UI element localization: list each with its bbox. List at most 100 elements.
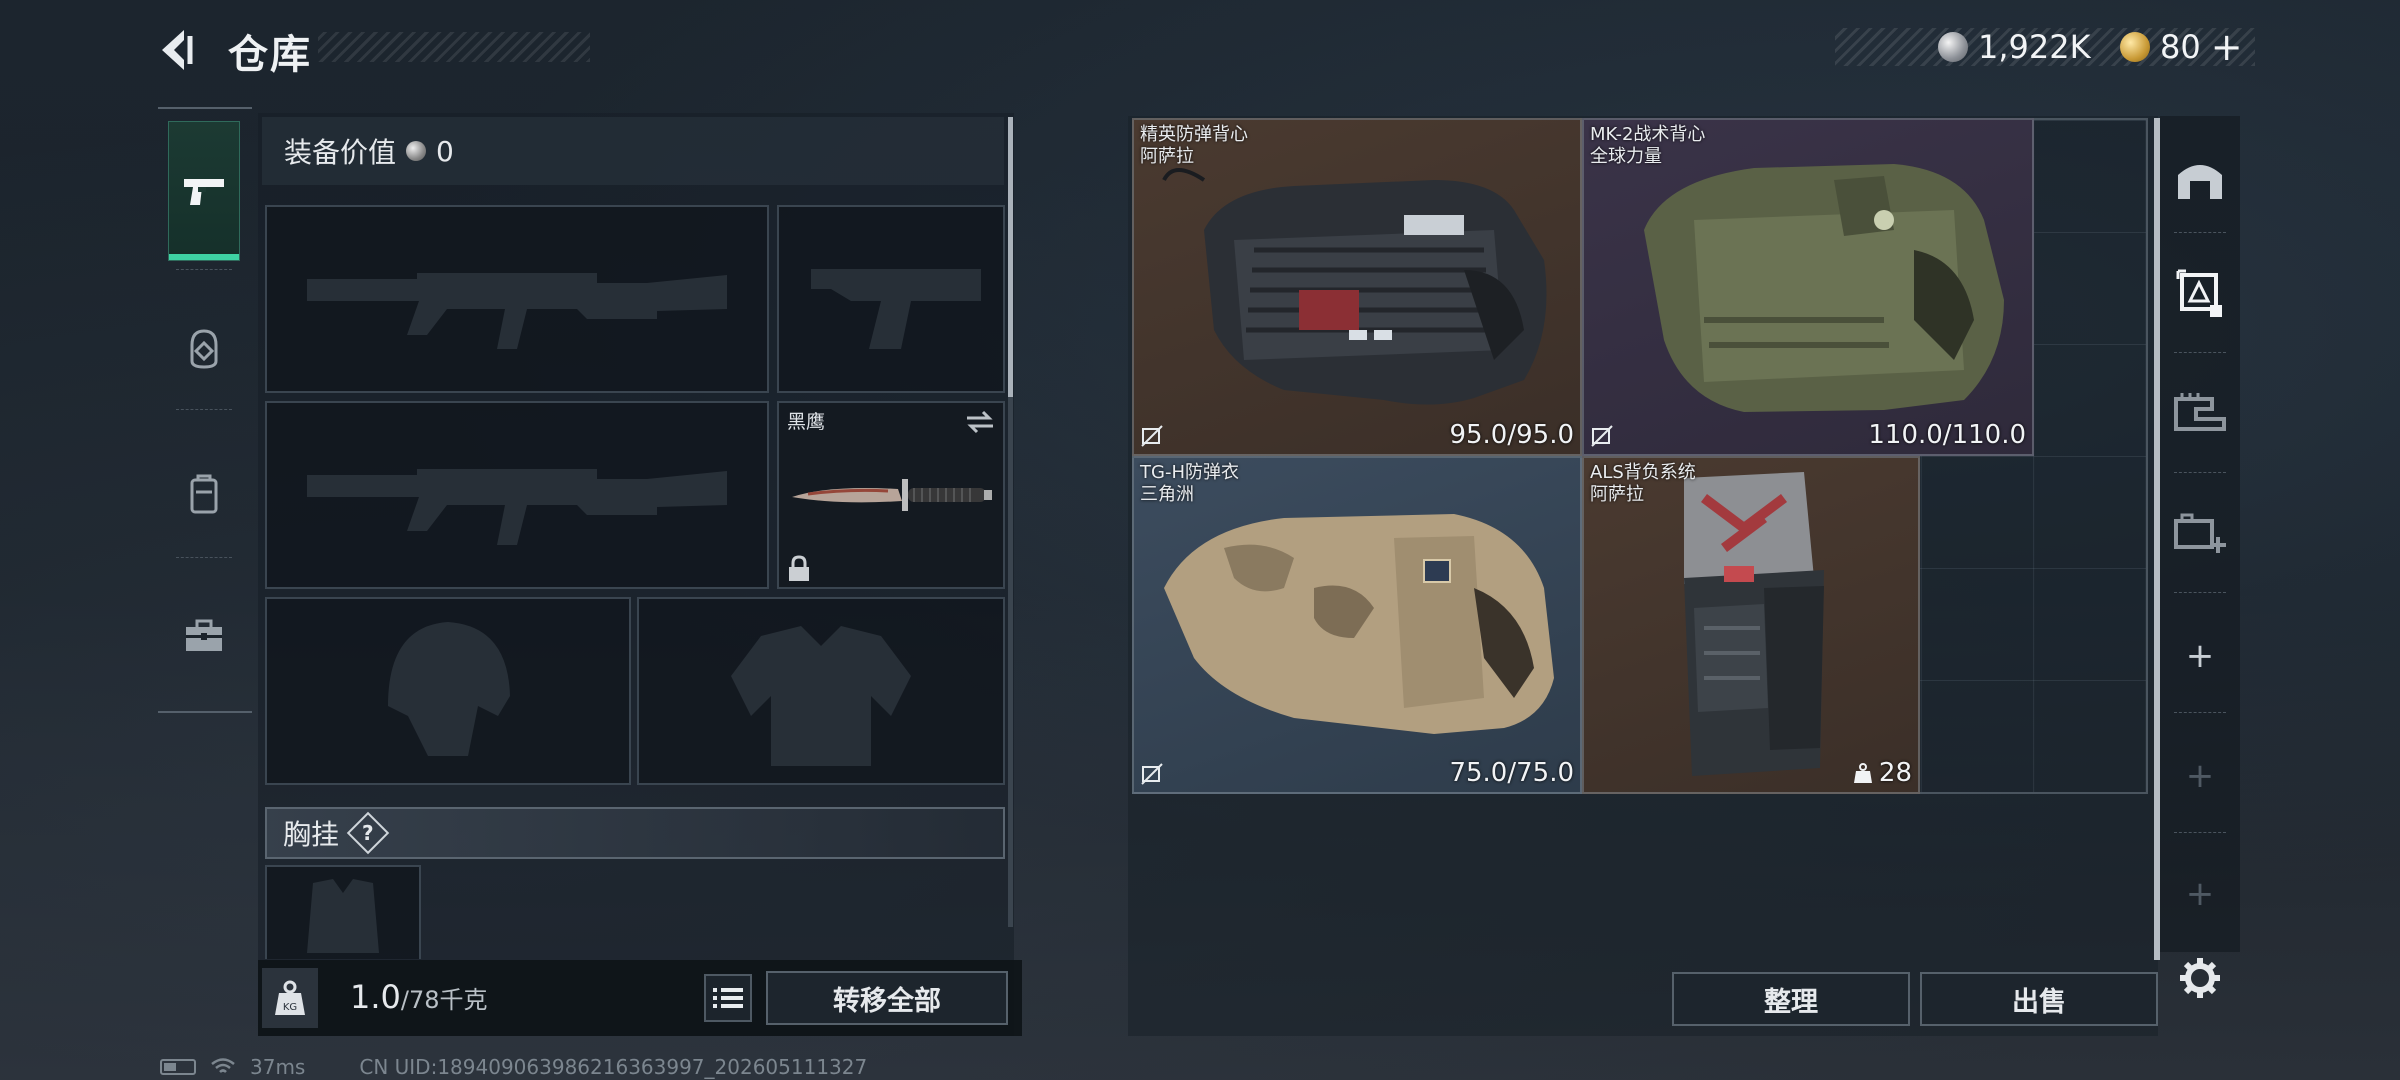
item-elite-armor-vest[interactable]: 精英防弹背心 阿萨拉 95.0/95.0 xyxy=(1132,118,1582,456)
rail-weapon-case[interactable] xyxy=(2164,358,2236,470)
wifi-icon xyxy=(211,1058,235,1073)
equipment-panel: 装备价值 0 黑鹰 胸挂 ? xyxy=(258,113,1014,1036)
warehouse-building-icon xyxy=(2178,165,2222,199)
bag-capacity-icon xyxy=(1853,763,1872,783)
sell-button[interactable]: 出售 xyxy=(1920,972,2158,1026)
item-capacity: 28 xyxy=(1853,758,1912,788)
organize-button[interactable]: 整理 xyxy=(1672,972,1910,1026)
ping-readout: 37ms xyxy=(250,1055,306,1079)
warehouse-panel: 精英防弹背心 阿萨拉 95.0/95.0 MK-2战术背心 全球力量 110.0… xyxy=(1128,116,2160,1036)
title-decoration xyxy=(318,32,590,62)
vest-silhouette-icon xyxy=(731,626,911,766)
currency-secondary-amount: 80 xyxy=(2160,28,2201,66)
user-uid: CN UID:18940906398621636399​7_2026051113… xyxy=(359,1055,868,1079)
rail-armor-case[interactable] xyxy=(2164,238,2236,350)
weapon-case-icon xyxy=(2174,393,2226,431)
carry-bar: KG 1.0/78千克 转移全部 xyxy=(258,960,1022,1036)
weight-readout: 1.0/78千克 xyxy=(350,978,488,1016)
primary-weapon-slot[interactable] xyxy=(265,205,769,393)
plus-icon: + xyxy=(2185,756,2215,796)
item-durability: 75.0/75.0 xyxy=(1449,758,1574,788)
body-armor-slot[interactable] xyxy=(637,597,1005,785)
list-icon xyxy=(713,988,743,1008)
plus-icon: + xyxy=(2185,636,2215,676)
list-view-button[interactable] xyxy=(704,974,752,1022)
rail-warehouse[interactable] xyxy=(2164,122,2236,234)
pistol-icon xyxy=(184,179,224,205)
rifle-silhouette-icon xyxy=(307,469,727,545)
back-arrow-icon xyxy=(162,30,193,70)
weight-value: 1.0 xyxy=(350,978,401,1016)
tab-backpack[interactable] xyxy=(168,424,240,564)
helmet-silhouette-icon xyxy=(388,622,510,756)
gear-icon xyxy=(2180,958,2220,998)
status-line: 37ms CN UID:18940906398621636399​7_20260… xyxy=(160,1055,867,1079)
warehouse-screen: 仓库 1,922K 80 + 装备价值 0 黑鹰 胸挂 ? KG 1.0/78千… xyxy=(0,0,2400,1080)
back-button[interactable] xyxy=(150,22,208,78)
silver-coin-icon xyxy=(1938,32,1968,62)
armor-vest-green-icon xyxy=(1644,164,2004,412)
equipment-scrollbar-thumb[interactable] xyxy=(1008,117,1013,397)
rail-locked-slot[interactable]: + xyxy=(2164,720,2236,832)
gold-coin-icon xyxy=(2120,32,2150,62)
silver-coin-icon xyxy=(406,141,427,161)
no-insurance-icon xyxy=(1141,763,1163,785)
add-currency-button[interactable]: + xyxy=(2211,25,2243,69)
weight-capacity: /78千克 xyxy=(400,986,488,1014)
currency-secondary[interactable]: 80 + xyxy=(2120,25,2243,69)
backpack-rig-icon xyxy=(1684,472,1824,776)
svg-text:KG: KG xyxy=(283,1002,297,1013)
item-durability: 95.0/95.0 xyxy=(1449,420,1574,450)
item-name: 精英防弹背心 阿萨拉 xyxy=(1140,124,1248,167)
equipment-value-label: 装备价值 xyxy=(284,136,397,169)
item-tgh-armor[interactable]: TG-H防弹衣 三角洲 75.0/75.0 xyxy=(1132,456,1582,794)
chest-rig-slot[interactable] xyxy=(265,865,421,959)
item-name: MK-2战术背心 全球力量 xyxy=(1590,124,1706,167)
tab-firearms[interactable] xyxy=(168,121,240,261)
currency-primary: 1,922K xyxy=(1938,26,2091,68)
plus-icon: + xyxy=(2185,874,2215,914)
chest-rig-header[interactable]: 胸挂 ? xyxy=(265,807,1005,859)
equipment-value-amount: 0 xyxy=(436,134,454,168)
armor-vest-black-icon xyxy=(1162,168,1547,405)
no-insurance-icon xyxy=(1591,425,1613,447)
battery-icon xyxy=(160,1059,196,1075)
page-title: 仓库 xyxy=(228,32,312,78)
item-als-carry-system[interactable]: ALS背负系统 阿萨拉 28 xyxy=(1582,456,1920,794)
weight-icon: KG xyxy=(262,968,318,1028)
item-durability: 110.0/110.0 xyxy=(1868,420,2026,450)
armor-vest-camo-icon xyxy=(1164,514,1554,734)
item-name: TG-H防弹衣 三角洲 xyxy=(1140,462,1239,505)
item-mk2-tactical-vest[interactable]: MK-2战术背心 全球力量 110.0/110.0 xyxy=(1582,118,2034,456)
currency-primary-amount: 1,922K xyxy=(1978,28,2091,66)
tab-toolbox[interactable] xyxy=(168,565,240,705)
help-icon[interactable]: ? xyxy=(346,811,390,855)
melee-slot[interactable]: 黑鹰 xyxy=(777,401,1005,589)
rail-locked-slot[interactable]: + xyxy=(2164,838,2236,950)
rail-add-slot[interactable]: + xyxy=(2164,600,2236,712)
swap-icon[interactable] xyxy=(965,409,995,435)
equipment-value-row: 装备价值 0 xyxy=(262,117,1004,185)
category-tabs xyxy=(158,107,252,713)
rail-add-storage[interactable] xyxy=(2164,476,2236,588)
backpack-icon xyxy=(190,474,218,514)
lock-icon xyxy=(789,555,809,581)
item-name: ALS背负系统 阿萨拉 xyxy=(1590,462,1696,505)
knife-icon xyxy=(792,479,992,511)
no-insurance-icon xyxy=(1141,425,1163,447)
settings-button[interactable] xyxy=(2172,950,2228,1006)
toolbox-icon xyxy=(186,619,222,651)
sidearm-slot[interactable] xyxy=(777,205,1005,393)
chest-rig-silhouette-icon xyxy=(307,879,379,953)
melee-slot-label: 黑鹰 xyxy=(787,411,826,433)
tab-gear[interactable] xyxy=(168,279,240,419)
chest-rig-label: 胸挂 xyxy=(283,818,340,851)
secondary-weapon-slot[interactable] xyxy=(265,401,769,589)
storage-rail: + + + xyxy=(2160,116,2240,952)
transfer-all-button[interactable]: 转移全部 xyxy=(766,971,1008,1025)
rifle-silhouette-icon xyxy=(307,273,727,349)
armor-case-icon xyxy=(2176,269,2222,317)
helmet-gear-icon xyxy=(190,329,218,369)
helmet-slot[interactable] xyxy=(265,597,631,785)
pistol-silhouette-icon xyxy=(811,269,981,349)
